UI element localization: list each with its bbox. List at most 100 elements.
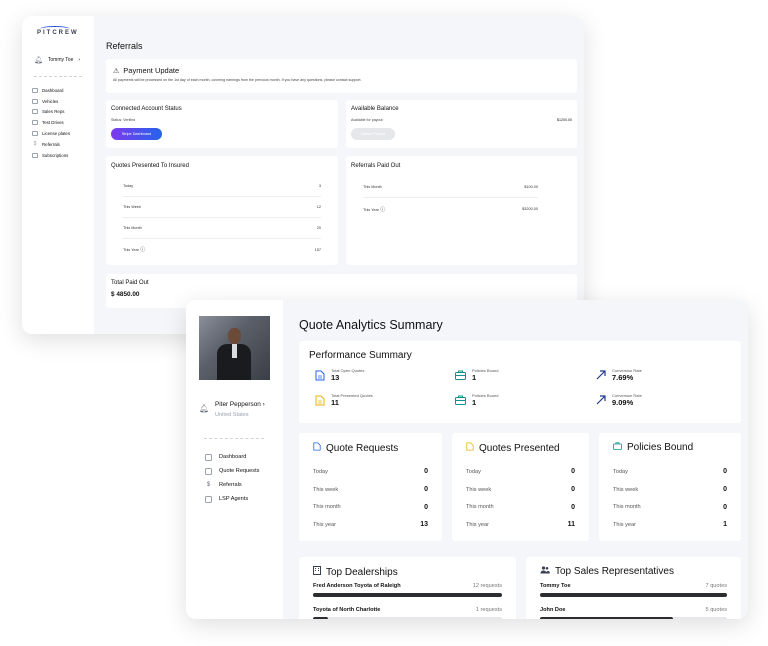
arrow-up-right-icon — [595, 395, 606, 406]
row-value: 12 — [316, 205, 321, 209]
card-icon — [32, 152, 38, 158]
stat-value: 1 — [723, 521, 727, 529]
document-icon — [314, 370, 325, 381]
payout-value: $1200.00 — [557, 118, 572, 122]
dealership-item[interactable]: Toyota of North Charlotte 1 requests — [313, 607, 502, 619]
sidebar-item-label: Referrals — [219, 482, 242, 488]
stat-value: 0 — [424, 503, 428, 511]
progress-fill — [313, 617, 329, 619]
progress-bar — [540, 617, 727, 619]
metric-value: 13 — [331, 373, 340, 382]
performance-summary-title: Performance Summary — [309, 350, 412, 361]
row-value: $100.00 — [524, 184, 538, 189]
sidebar-item-license-plates[interactable]: License plates — [32, 128, 70, 139]
stat-label: This year — [613, 521, 637, 528]
quote-analytics-window: 🔔︎ Piter Pepperson › United States Dashb… — [186, 300, 748, 619]
arrow-up-right-icon — [595, 370, 606, 381]
sidebar-item-referrals[interactable]: $ Referrals — [32, 139, 70, 150]
car-icon — [32, 98, 38, 104]
item-count: 5 quotes — [705, 607, 727, 613]
stat-row: Today 0 — [466, 463, 575, 481]
sidebar-item-test-drives[interactable]: Test Drives — [32, 117, 70, 128]
stat-row: This year 11 — [466, 516, 575, 534]
progress-bar — [540, 593, 727, 597]
sidebar-item-label: Dashboard — [219, 454, 247, 460]
metric-value: 7.69% — [612, 373, 634, 382]
plate-icon — [32, 131, 38, 137]
policies-bound-header: Policies Bound — [613, 442, 693, 453]
metric-conversion-rate-1: Conversion Rate 7.69% — [595, 368, 642, 382]
table-row: This Month $100.00 — [363, 176, 538, 198]
stat-label: This month — [313, 504, 341, 511]
stat-row: This year 1 — [613, 516, 727, 534]
profile-photo — [199, 316, 270, 380]
user-location: United States — [215, 412, 249, 418]
quotes-presented-title: Quotes Presented To Insured — [111, 163, 189, 169]
stat-value: 11 — [567, 521, 575, 529]
top-dealerships-title: Top Dealerships — [326, 566, 398, 578]
total-paid-out-title: Total Paid Out — [111, 280, 149, 286]
stripe-dashboard-button[interactable]: Stripe Dashboard — [111, 128, 162, 140]
info-icon[interactable]: ⓘ — [139, 247, 145, 253]
user-menu[interactable]: 🔔︎ Tommy Toe › — [34, 56, 80, 64]
quotes-presented-card: Quotes Presented Today 0 This week 0 This mo… — [452, 433, 589, 541]
metric-total-presented-quotes: Total Presented Quotes 11 — [314, 393, 373, 407]
progress-fill — [313, 593, 502, 597]
user-name-text: Piter Pepperson — [215, 401, 261, 408]
row-label: Today — [123, 184, 134, 188]
initiate-payout-button[interactable]: Initiate Payout — [351, 128, 395, 140]
chevron-right-icon: › — [78, 57, 81, 63]
stat-row: Today 0 — [313, 463, 428, 481]
row-label-wrap: This Year ⓘ — [123, 246, 145, 253]
row-label-wrap: This Year ⓘ — [363, 206, 385, 213]
stat-value: 13 — [420, 521, 428, 529]
table-row: This Year ⓘ $3200.00 — [363, 198, 538, 220]
sidebar-item-dashboard[interactable]: Dashboard — [32, 85, 70, 96]
sales-rep-item[interactable]: Tommy Toe 7 quotes — [540, 583, 727, 597]
connected-account-title: Connected Account Status — [111, 106, 182, 112]
sidebar-item-label: Quote Requests — [219, 468, 260, 474]
stat-label: This month — [613, 504, 641, 511]
sidebar-item-sales-reps[interactable]: Sales Reps — [32, 107, 70, 118]
sidebar-item-lsp-agents[interactable]: LSP Agents — [205, 492, 259, 506]
row-label: This Year — [123, 248, 139, 252]
steering-icon — [32, 120, 38, 126]
sidebar-nav: Dashboard Vehicles Sales Reps Test Drive… — [32, 85, 70, 161]
item-header: John Doe 5 quotes — [540, 607, 727, 613]
stat-row: Today 0 — [613, 463, 727, 481]
referrals-paid-out-card: Referrals Paid Out This Month $100.00 This… — [346, 156, 577, 265]
sidebar-item-label: Test Drives — [42, 120, 64, 126]
briefcase-icon — [613, 442, 622, 453]
quotes-presented-title: Quotes Presented — [479, 442, 560, 454]
bell-icon[interactable]: 🔔︎ — [199, 404, 209, 413]
photo-head — [228, 328, 241, 344]
item-count: 12 requests — [472, 583, 502, 589]
sidebar: PITCREW 🔔︎ Tommy Toe › Dashboard Vehicle… — [22, 16, 94, 334]
sidebar-item-vehicles[interactable]: Vehicles — [32, 96, 70, 107]
sales-rep-item[interactable]: John Doe 5 quotes — [540, 607, 727, 619]
stat-label: This year — [313, 521, 337, 528]
dealership-item[interactable]: Fred Anderson Toyota of Raleigh 12 reques… — [313, 583, 502, 597]
stat-value: 0 — [723, 503, 727, 511]
top-sales-reps-title: Top Sales Representatives — [555, 566, 674, 577]
sidebar-item-subscriptions[interactable]: Subscriptions — [32, 150, 70, 161]
sidebar-item-dashboard[interactable]: Dashboard — [205, 450, 259, 464]
sidebar-item-referrals[interactable]: $ Referrals — [205, 478, 259, 492]
user-name[interactable]: Piter Pepperson › — [215, 401, 265, 408]
briefcase-icon — [455, 370, 466, 381]
table-row: This Week 12 — [123, 197, 321, 218]
top-sales-reps-card: Top Sales Representatives Tommy Toe 7 quo… — [526, 557, 741, 619]
stat-label: Today — [613, 468, 628, 475]
item-count: 1 requests — [475, 607, 502, 613]
payment-update-text: All payments will be processed on the 1s… — [113, 78, 362, 82]
sidebar-item-quote-requests[interactable]: Quote Requests — [205, 464, 259, 478]
stat-value: 0 — [723, 486, 727, 494]
sidebar-item-label: License plates — [42, 131, 71, 137]
total-paid-out-value: $ 4850.00 — [111, 291, 140, 298]
info-icon[interactable]: ⓘ — [379, 207, 385, 213]
bell-icon[interactable]: 🔔︎ — [34, 56, 43, 64]
row-value: $3200.00 — [522, 207, 538, 211]
stat-value: 0 — [571, 468, 575, 476]
stat-value: 0 — [723, 468, 727, 476]
stat-value: 0 — [571, 503, 575, 511]
